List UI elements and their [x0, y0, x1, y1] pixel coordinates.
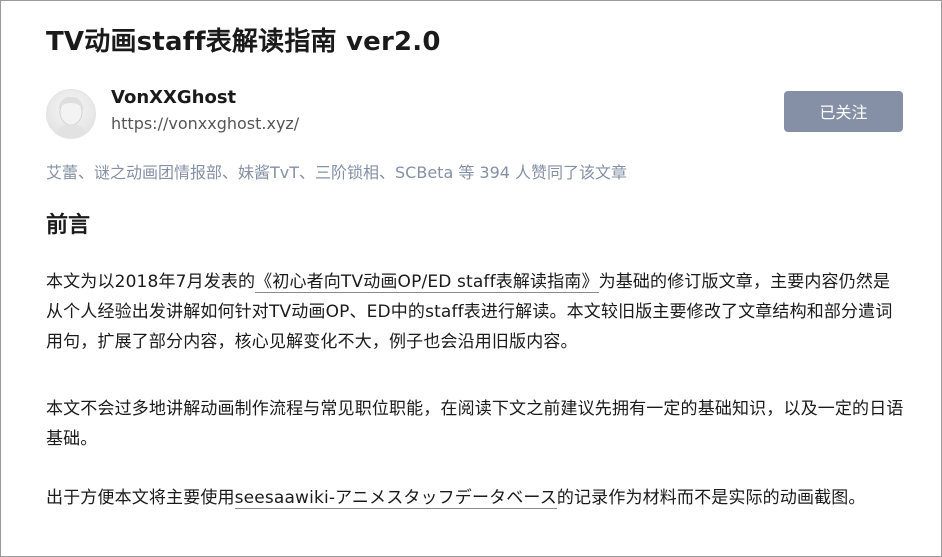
original-article-link[interactable]: 《初心者向TV动画OP/ED staff表解读指南》 [255, 272, 599, 293]
paragraph-sources: 出于方便本文将主要使用seesaawiki-アニメスタッフデータベース的记录作为… [46, 483, 906, 513]
paragraph-prerequisites: 本文不会过多地讲解动画制作流程与常见职位职能，在阅读下文之前建议先拥有一定的基础… [46, 399, 904, 449]
author-url[interactable]: https://vonxxghost.xyz/ [111, 114, 299, 133]
paragraph-text: 的记录作为材料而不是实际的动画截图。 [556, 488, 866, 508]
section-heading: 前言 [46, 213, 91, 238]
article-title: TV动画staff表解读指南 ver2.0 [46, 27, 441, 57]
paragraph-text: 出于方便本文将主要使用 [46, 488, 235, 508]
avatar[interactable] [46, 89, 96, 139]
likes-summary[interactable]: 艾蕾、谜之动画团情报部、妹酱TvT、三阶锁相、SCBeta 等 394 人赞同了… [46, 159, 627, 183]
paragraph-text: 本文为以2018年7月发表的 [46, 272, 256, 292]
seesaawiki-link[interactable]: seesaawiki-アニメスタッフデータベース [234, 488, 557, 509]
avatar-image-icon [55, 96, 87, 138]
paragraph-intro: 本文为以2018年7月发表的《初心者向TV动画OP/ED staff表解读指南》… [46, 267, 906, 357]
author-name[interactable]: VonXXGhost [111, 87, 236, 108]
follow-button[interactable]: 已关注 [784, 91, 903, 132]
author-info: VonXXGhost https://vonxxghost.xyz/ 已关注 [46, 87, 906, 141]
article-page: TV动画staff表解读指南 ver2.0 VonXXGhost https:/… [0, 0, 942, 557]
